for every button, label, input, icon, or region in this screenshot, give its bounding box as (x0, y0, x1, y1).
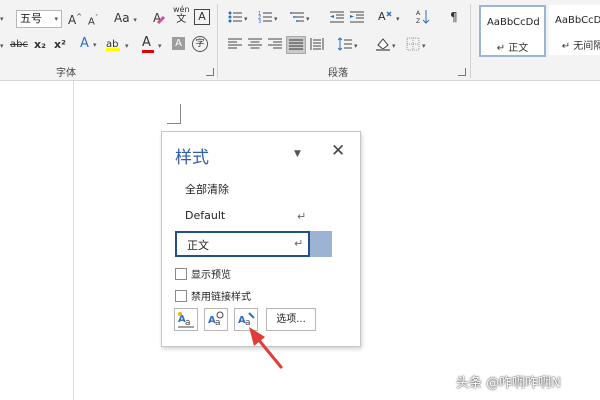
watermark-text: 头条 @咋啊咋啊N (456, 376, 561, 391)
red-arrow-annotation (249, 327, 283, 369)
